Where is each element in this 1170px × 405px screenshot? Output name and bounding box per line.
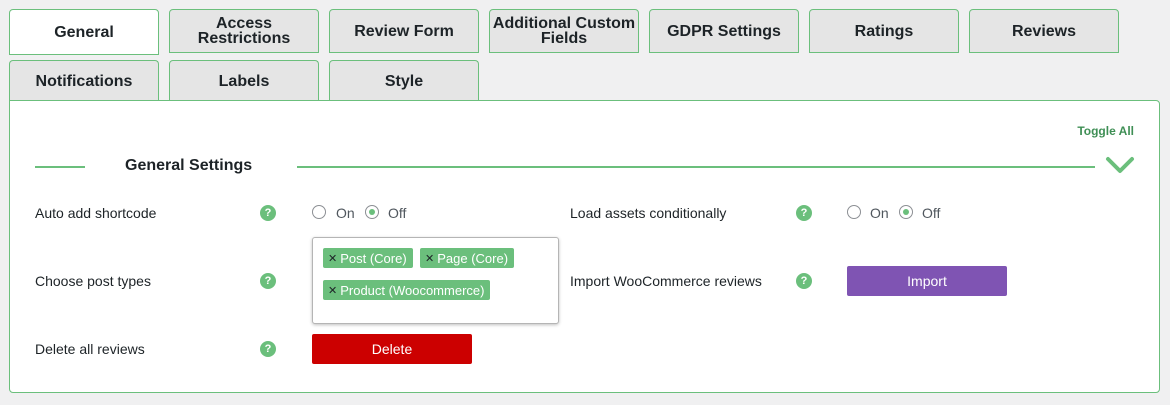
tab-gdpr-settings[interactable]: GDPR Settings <box>649 9 799 53</box>
post-types-multiselect[interactable]: ✕ Post (Core) ✕ Page (Core) ✕ Product (Wooc… <box>312 237 559 324</box>
chevron-down-icon[interactable] <box>1105 155 1135 177</box>
help-icon[interactable]: ? <box>796 273 812 289</box>
section-divider <box>297 166 1095 168</box>
import-reviews-label: Import WooCommerce reviews <box>570 273 762 289</box>
auto-add-shortcode-label: Auto add shortcode <box>35 205 157 221</box>
load-assets-off-radio[interactable] <box>899 205 913 219</box>
tab-label: Additional Custom Fields <box>492 15 636 47</box>
tab-labels[interactable]: Labels <box>169 60 319 102</box>
auto-add-shortcode-off-radio[interactable] <box>365 205 379 219</box>
tab-label: Labels <box>218 73 270 90</box>
tab-style[interactable]: Style <box>329 60 479 102</box>
radio-label-on: On <box>870 205 889 221</box>
chip-post-core: ✕ Post (Core) <box>323 248 413 268</box>
chip-page-core: ✕ Page (Core) <box>420 248 515 268</box>
tab-reviews[interactable]: Reviews <box>969 9 1119 53</box>
load-assets-on-radio[interactable] <box>847 205 861 219</box>
chip-label: Page (Core) <box>437 250 509 266</box>
tab-label: General <box>54 23 114 41</box>
tab-label: Reviews <box>1011 22 1077 40</box>
remove-icon[interactable]: ✕ <box>425 252 434 265</box>
tab-label: Style <box>384 73 424 90</box>
delete-reviews-label: Delete all reviews <box>35 341 145 357</box>
tab-access-restrictions[interactable]: Access Restrictions <box>169 9 319 53</box>
tab-additional-custom-fields[interactable]: Additional Custom Fields <box>489 9 639 53</box>
help-icon[interactable]: ? <box>260 205 276 221</box>
chip-label: Product (Woocommerce) <box>340 282 485 298</box>
section-divider <box>35 166 85 168</box>
settings-panel: Toggle All General Settings Auto add sho… <box>9 100 1160 393</box>
tab-ratings[interactable]: Ratings <box>809 9 959 53</box>
load-assets-label: Load assets conditionally <box>570 205 727 221</box>
remove-icon[interactable]: ✕ <box>328 252 337 265</box>
help-icon[interactable]: ? <box>260 341 276 357</box>
section-title: General Settings <box>125 157 253 174</box>
help-icon[interactable]: ? <box>796 205 812 221</box>
radio-label-off: Off <box>922 205 941 221</box>
tab-general[interactable]: General <box>9 9 159 55</box>
choose-post-types-label: Choose post types <box>35 273 151 289</box>
tab-label: GDPR Settings <box>667 22 781 40</box>
tab-label: Review Form <box>354 22 454 40</box>
help-icon[interactable]: ? <box>260 273 276 289</box>
radio-label-on: On <box>336 205 355 221</box>
tab-label: Access Restrictions <box>197 15 291 47</box>
tab-notifications[interactable]: Notifications <box>9 60 159 102</box>
tab-label: Notifications <box>35 73 133 90</box>
chip-label: Post (Core) <box>340 250 407 266</box>
radio-label-off: Off <box>388 205 407 221</box>
chip-product-woocommerce: ✕ Product (Woocommerce) <box>323 280 491 300</box>
import-button[interactable]: Import <box>847 266 1007 296</box>
delete-button[interactable]: Delete <box>312 334 472 364</box>
toggle-all-link[interactable]: Toggle All <box>1077 124 1134 138</box>
tab-label: Ratings <box>854 22 914 40</box>
tab-review-form[interactable]: Review Form <box>329 9 479 53</box>
auto-add-shortcode-on-radio[interactable] <box>312 205 326 219</box>
remove-icon[interactable]: ✕ <box>328 284 337 297</box>
